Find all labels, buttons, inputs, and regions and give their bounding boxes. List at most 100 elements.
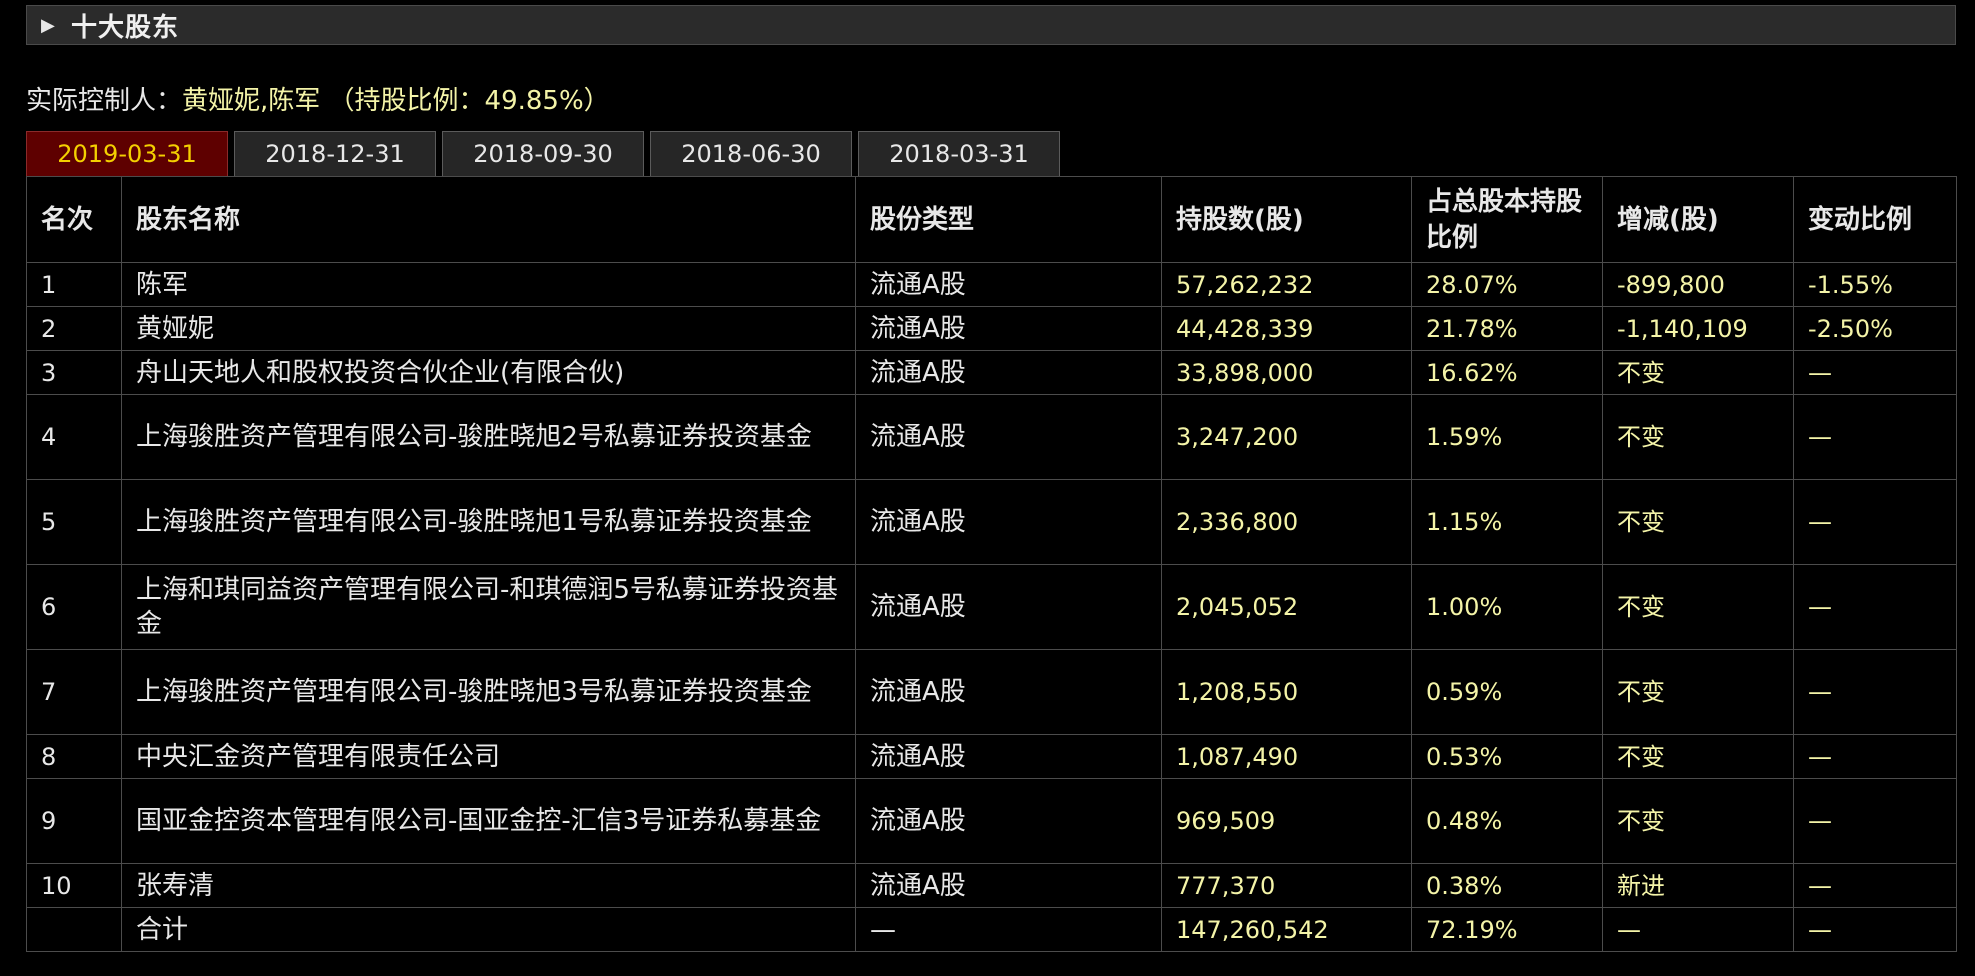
shares-cell: 1,087,490: [1161, 734, 1412, 779]
section-title: 十大股东: [71, 12, 180, 43]
table-row: 5 上海骏胜资产管理有限公司-骏胜晓旭1号私募证券投资基金 流通A股 2,336,80…: [26, 479, 1957, 565]
rank-cell: 4: [26, 394, 122, 480]
holder-name-cell: 上海骏胜资产管理有限公司-骏胜晓旭2号私募证券投资基金: [121, 394, 856, 480]
section-header-top10-holders[interactable]: ▶ 十大股东: [26, 5, 1956, 45]
shares-cell: 2,336,800: [1161, 479, 1412, 565]
holder-name-cell: 上海骏胜资产管理有限公司-骏胜晓旭3号私募证券投资基金: [121, 649, 856, 735]
tab-2018-06-30[interactable]: 2018-06-30: [650, 131, 852, 176]
col-header-rank: 名次: [26, 176, 122, 263]
rank-cell: 1: [26, 262, 122, 307]
shares-cell: 2,045,052: [1161, 564, 1412, 650]
pct-cell: 16.62%: [1411, 350, 1603, 395]
tab-2018-12-31[interactable]: 2018-12-31: [234, 131, 436, 176]
tab-2019-03-31[interactable]: 2019-03-31: [26, 131, 228, 176]
tab-2018-03-31[interactable]: 2018-03-31: [858, 131, 1060, 176]
shares-cell: 44,428,339: [1161, 306, 1412, 351]
col-header-change-pct: 变动比例: [1793, 176, 1957, 263]
holder-name-cell: 国亚金控资本管理有限公司-国亚金控-汇信3号证券私募基金: [121, 778, 856, 864]
change-pct-cell: -1.55%: [1793, 262, 1957, 307]
pct-cell: 0.48%: [1411, 778, 1603, 864]
tab-2018-09-30[interactable]: 2018-09-30: [442, 131, 644, 176]
table-row: 6 上海和琪同益资产管理有限公司-和琪德润5号私募证券投资基金 流通A股 2,045,…: [26, 564, 1957, 650]
table-header-row: 名次 股东名称 股份类型 持股数(股) 占总股本持股比例 增减(股) 变动比例: [26, 176, 1957, 263]
share-type-cell: 流通A股: [855, 863, 1162, 908]
col-header-change: 增减(股): [1602, 176, 1794, 263]
shares-cell: 147,260,542: [1161, 907, 1412, 952]
change-cell: 不变: [1602, 479, 1794, 565]
col-header-pct: 占总股本持股比例: [1411, 176, 1603, 263]
change-cell: 不变: [1602, 734, 1794, 779]
rank-cell: 5: [26, 479, 122, 565]
holder-name-cell: 舟山天地人和股权投资合伙企业(有限合伙): [121, 350, 856, 395]
rank-cell: 3: [26, 350, 122, 395]
table-row: 8 中央汇金资产管理有限责任公司 流通A股 1,087,490 0.53% 不变 —: [26, 734, 1957, 779]
holder-name-cell: 上海和琪同益资产管理有限公司-和琪德润5号私募证券投资基金: [121, 564, 856, 650]
table-row: 7 上海骏胜资产管理有限公司-骏胜晓旭3号私募证券投资基金 流通A股 1,208,55…: [26, 649, 1957, 735]
rank-cell: 8: [26, 734, 122, 779]
col-header-holder-name: 股东名称: [121, 176, 856, 263]
pct-cell: 1.59%: [1411, 394, 1603, 480]
holder-name-cell: 黄娅妮: [121, 306, 856, 351]
pct-cell: 0.59%: [1411, 649, 1603, 735]
change-cell: 不变: [1602, 778, 1794, 864]
share-type-cell: 流通A股: [855, 479, 1162, 565]
change-cell: 不变: [1602, 350, 1794, 395]
share-type-cell: 流通A股: [855, 394, 1162, 480]
table-row: 9 国亚金控资本管理有限公司-国亚金控-汇信3号证券私募基金 流通A股 969,509…: [26, 778, 1957, 864]
rank-cell: 7: [26, 649, 122, 735]
share-type-cell: 流通A股: [855, 564, 1162, 650]
change-cell: 不变: [1602, 564, 1794, 650]
shares-cell: 3,247,200: [1161, 394, 1412, 480]
holder-name-cell: 中央汇金资产管理有限责任公司: [121, 734, 856, 779]
pct-cell: 72.19%: [1411, 907, 1603, 952]
share-type-cell: 流通A股: [855, 778, 1162, 864]
holder-name-cell: 上海骏胜资产管理有限公司-骏胜晓旭1号私募证券投资基金: [121, 479, 856, 565]
change-pct-cell: —: [1793, 479, 1957, 565]
table-total-row: 合计 —147,260,542 72.19% — —: [26, 907, 1957, 952]
shares-cell: 1,208,550: [1161, 649, 1412, 735]
holder-name-cell: 陈军: [121, 262, 856, 307]
share-type-cell: 流通A股: [855, 262, 1162, 307]
share-type-cell: —: [855, 907, 1162, 952]
change-cell: 不变: [1602, 649, 1794, 735]
controller-names: 黄娅妮,陈军: [182, 86, 321, 116]
holder-name-cell: 张寿清: [121, 863, 856, 908]
expand-triangle-icon[interactable]: ▶: [41, 15, 61, 36]
share-type-cell: 流通A股: [855, 306, 1162, 351]
rank-cell: [26, 907, 122, 952]
change-cell: 不变: [1602, 394, 1794, 480]
change-pct-cell: —: [1793, 394, 1957, 480]
change-pct-cell: —: [1793, 734, 1957, 779]
rank-cell: 10: [26, 863, 122, 908]
change-pct-cell: —: [1793, 649, 1957, 735]
change-pct-cell: —: [1793, 564, 1957, 650]
pct-cell: 1.15%: [1411, 479, 1603, 565]
change-pct-cell: —: [1793, 907, 1957, 952]
change-pct-cell: -2.50%: [1793, 306, 1957, 351]
pct-cell: 0.53%: [1411, 734, 1603, 779]
share-type-cell: 流通A股: [855, 734, 1162, 779]
col-header-share-type: 股份类型: [855, 176, 1162, 263]
table-row: 4 上海骏胜资产管理有限公司-骏胜晓旭2号私募证券投资基金 流通A股 3,247,20…: [26, 394, 1957, 480]
controller-label: 实际控制人：: [26, 86, 183, 116]
table-row: 2 黄娅妮 流通A股 44,428,339 21.78% -1,140,109 -2.50%: [26, 306, 1957, 351]
rank-cell: 9: [26, 778, 122, 864]
shares-cell: 33,898,000: [1161, 350, 1412, 395]
shares-cell: 969,509: [1161, 778, 1412, 864]
pct-cell: 21.78%: [1411, 306, 1603, 351]
pct-cell: 1.00%: [1411, 564, 1603, 650]
holders-table-container: 名次 股东名称 股份类型 持股数(股) 占总股本持股比例 增减(股) 变动比例 …: [26, 176, 1957, 952]
holder-name-cell: 合计: [121, 907, 856, 952]
share-type-cell: 流通A股: [855, 649, 1162, 735]
controller-ratio: （持股比例：49.85%）: [320, 86, 610, 116]
change-pct-cell: —: [1793, 778, 1957, 864]
pct-cell: 0.38%: [1411, 863, 1603, 908]
col-header-shares: 持股数(股): [1161, 176, 1412, 263]
actual-controller: 实际控制人：黄娅妮,陈军 （持股比例：49.85%）: [26, 80, 610, 117]
rank-cell: 6: [26, 564, 122, 650]
change-pct-cell: —: [1793, 863, 1957, 908]
share-type-cell: 流通A股: [855, 350, 1162, 395]
change-pct-cell: —: [1793, 350, 1957, 395]
report-date-tabs: 2019-03-31 2018-12-31 2018-09-30 2018-06…: [26, 131, 1066, 176]
holders-table: 名次 股东名称 股份类型 持股数(股) 占总股本持股比例 增减(股) 变动比例 …: [26, 176, 1957, 952]
